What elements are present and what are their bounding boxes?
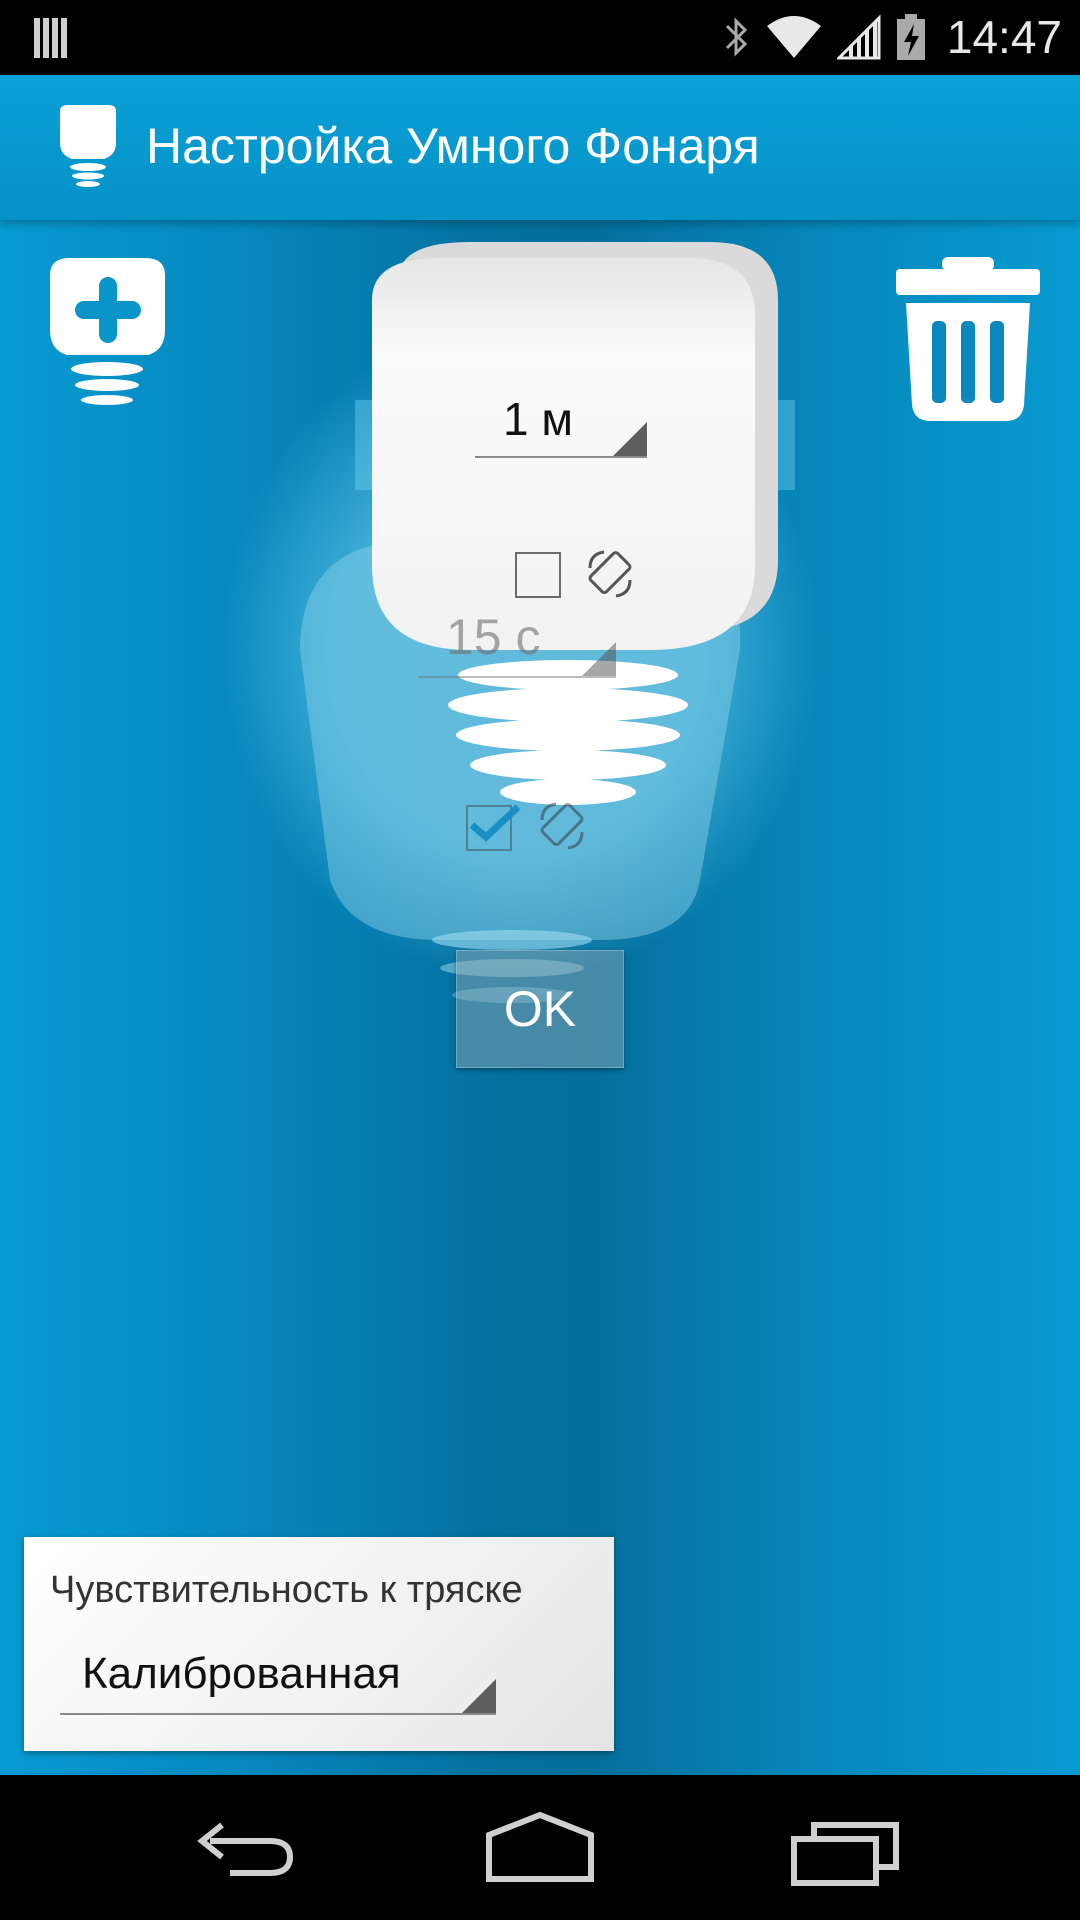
action-bar: Настройка Умного Фонаря	[0, 75, 1080, 220]
signal-icon	[836, 14, 881, 60]
status-time: 14:47	[946, 11, 1062, 63]
wifi-icon	[766, 16, 821, 58]
dropdown-triangle-icon	[582, 642, 616, 676]
duration-spinner-back[interactable]: 15 с	[418, 609, 616, 678]
shake-sensitivity-label: Чувствительность к тряске	[50, 1569, 523, 1611]
duration-value-back: 15 с	[446, 609, 541, 665]
home-icon[interactable]	[475, 1805, 605, 1895]
duration-value-front: 1 м	[503, 393, 573, 445]
navigation-bar	[0, 1775, 1080, 1920]
battery-charging-icon	[896, 14, 925, 60]
shake-sensitivity-value: Калиброванная	[82, 1649, 401, 1698]
status-bar: 14:47	[0, 0, 1080, 75]
notification-bars-icon	[34, 18, 67, 58]
dropdown-triangle-icon	[462, 1679, 496, 1713]
back-checkbox[interactable]	[466, 804, 521, 851]
front-checkbox[interactable]	[515, 552, 561, 598]
screen-rotation-icon	[540, 802, 584, 850]
dropdown-triangle-icon	[613, 422, 647, 456]
checkmark-icon	[469, 804, 521, 842]
ok-button[interactable]: OK	[456, 950, 624, 1068]
page-title: Настройка Умного Фонаря	[146, 118, 760, 174]
back-icon[interactable]	[180, 1805, 310, 1895]
shake-sensitivity-panel: Чувствительность к тряске Калиброванная	[24, 1537, 614, 1751]
content-area: 1 м 15 с OK Чувствительность к тряске Ка…	[0, 220, 1080, 1775]
screen-rotation-icon	[588, 550, 632, 598]
shake-sensitivity-spinner[interactable]: Калиброванная	[60, 1631, 496, 1715]
duration-spinner-front[interactable]: 1 м	[475, 390, 647, 458]
bluetooth-icon	[725, 17, 747, 57]
bulb-icon	[60, 105, 116, 187]
recent-apps-icon[interactable]	[780, 1805, 910, 1895]
